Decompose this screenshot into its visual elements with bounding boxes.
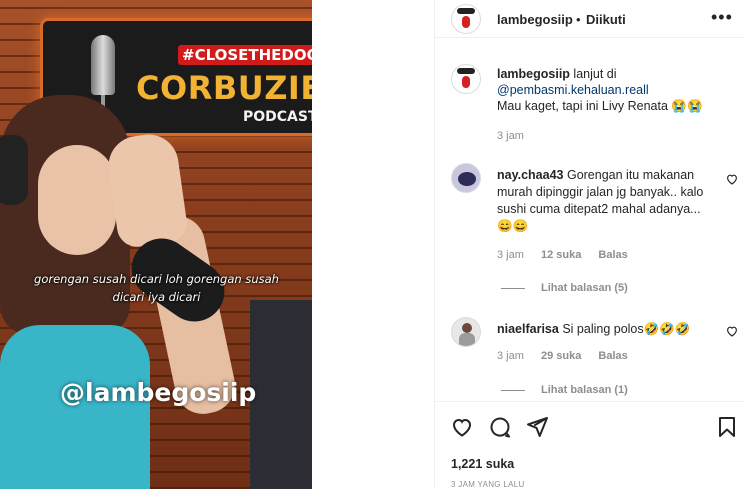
heart-icon[interactable]	[725, 172, 739, 186]
follow-status-button[interactable]: Diikuti	[586, 12, 626, 27]
comment-likes[interactable]: 29 suka	[541, 350, 581, 362]
view-replies-button[interactable]: Lihat balasan (1)	[501, 384, 628, 396]
headphone-shape	[0, 135, 28, 205]
avatar[interactable]	[451, 317, 481, 347]
bookmark-icon[interactable]	[715, 415, 739, 439]
avatar[interactable]	[451, 64, 481, 94]
sign-hashtag: #CLOSETHEDOOR	[178, 45, 312, 65]
caption-intro: lanjut di	[573, 67, 617, 81]
heart-icon[interactable]	[450, 415, 474, 439]
likes-count[interactable]: 1,221 suka	[451, 457, 514, 471]
comment-text: nay.chaa43 Gorengan itu makanan murah di…	[497, 167, 712, 235]
comment-body: Si paling polos🤣🤣🤣	[562, 322, 691, 336]
replies-divider	[501, 287, 525, 289]
post-timestamp: 3 JAM YANG LALU	[451, 480, 525, 489]
comment-timestamp: 3 jam	[497, 249, 524, 261]
hand-shape	[104, 130, 190, 250]
post-media[interactable]: #CLOSETHEDOOR CORBUZIER PODCAST gorengan…	[0, 0, 312, 489]
view-replies-button[interactable]: Lihat balasan (5)	[501, 282, 628, 294]
face-shape	[38, 145, 116, 255]
comment-meta: 3 jam 12 suka Balas	[497, 249, 642, 261]
more-options-icon[interactable]: •••	[711, 8, 733, 26]
caption-text: lambegosiip lanjut di @pembasmi.kehaluan…	[497, 66, 727, 114]
comment-text: niaelfarisa Si paling polos🤣🤣🤣	[497, 321, 712, 338]
post-actions: 1,221 suka 3 JAM YANG LALU	[435, 401, 745, 489]
caption-timestamp: 3 jam	[497, 130, 524, 142]
separator-dot: •	[576, 12, 581, 27]
caption-mention-link[interactable]: @pembasmi.kehaluan.reall	[497, 83, 649, 97]
video-subtitle-line: dicari iya dicari	[112, 290, 201, 304]
chair-shape	[250, 300, 312, 489]
comment-timestamp: 3 jam	[497, 350, 524, 362]
post-detail-panel: lambegosiip • Diikuti ••• lambegosiip la…	[434, 0, 745, 489]
caption-body: Mau kaget, tapi ini Livy Renata 😭😭	[497, 99, 703, 113]
microphone-graphic	[91, 35, 115, 95]
comment-meta: 3 jam 29 suka Balas	[497, 350, 642, 362]
paper-plane-icon[interactable]	[525, 415, 549, 439]
comment-username[interactable]: niaelfarisa	[497, 322, 559, 336]
top-shape	[0, 325, 150, 489]
comment-likes[interactable]: 12 suka	[541, 249, 581, 261]
reply-button[interactable]: Balas	[598, 249, 627, 261]
comment-icon[interactable]	[488, 415, 512, 439]
header-username[interactable]: lambegosiip	[497, 12, 573, 27]
comment-username[interactable]: nay.chaa43	[497, 168, 563, 182]
caption-username[interactable]: lambegosiip	[497, 67, 570, 81]
video-subtitle: gorengan susah dicari loh gorengan susah…	[34, 270, 279, 306]
avatar[interactable]	[451, 163, 481, 193]
heart-icon[interactable]	[725, 324, 739, 338]
view-replies-label: Lihat balasan (1)	[541, 384, 628, 396]
video-subtitle-line: gorengan susah dicari loh gorengan susah	[34, 272, 279, 286]
post-header: lambegosiip • Diikuti •••	[435, 0, 745, 38]
view-replies-label: Lihat balasan (5)	[541, 282, 628, 294]
reply-button[interactable]: Balas	[598, 350, 627, 362]
replies-divider	[501, 389, 525, 391]
video-watermark: @lambegosiip	[60, 378, 257, 407]
avatar[interactable]	[451, 4, 481, 34]
